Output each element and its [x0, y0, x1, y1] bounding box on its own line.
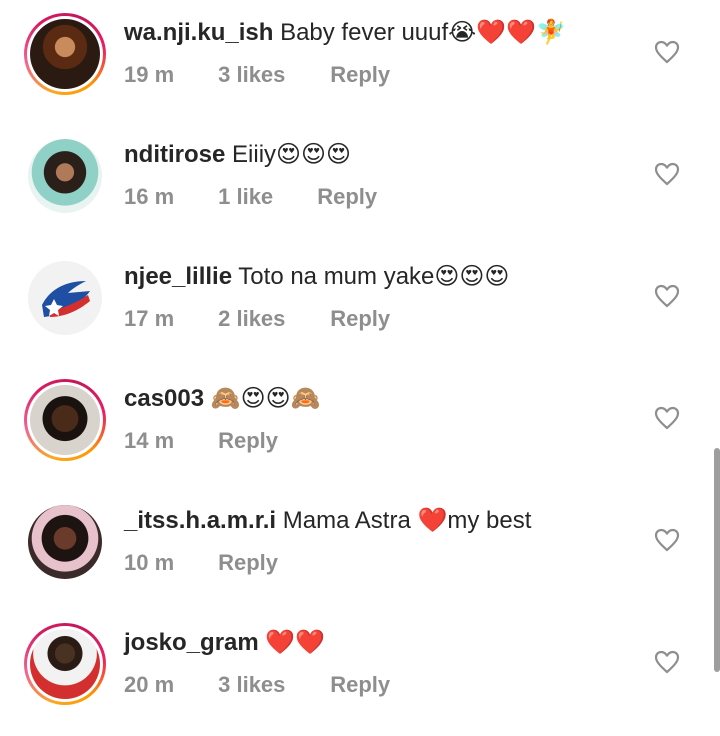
like-heart-icon[interactable]: [653, 404, 681, 432]
reply-button[interactable]: Reply: [317, 182, 377, 212]
comment-text: ❤️❤️: [265, 629, 326, 656]
reply-button[interactable]: Reply: [330, 304, 390, 334]
avatar-button[interactable]: [24, 379, 106, 461]
comment-time: 17 m: [124, 306, 175, 331]
comment-item: nditirose Eiiiy😍😍😍 16 m 1 like Reply: [0, 122, 720, 244]
comment-text: Eiiiy😍😍😍: [232, 141, 352, 168]
like-heart-icon[interactable]: [653, 160, 681, 188]
avatar-button[interactable]: [24, 135, 106, 217]
comment-list: wa.nji.ku_ish Baby fever uuuf😭❤️❤️🧚 19 m…: [0, 0, 720, 732]
scrollbar[interactable]: [714, 448, 720, 672]
comment-meta: 14 m Reply: [124, 426, 278, 456]
comment-time: 10 m: [124, 550, 175, 575]
reply-button[interactable]: Reply: [218, 426, 278, 456]
like-heart-icon[interactable]: [653, 648, 681, 676]
story-ring: [24, 13, 106, 95]
story-ring: [24, 379, 106, 461]
username-link[interactable]: njee_lillie: [124, 263, 232, 290]
comment-text: Toto na mum yake😍😍😍: [238, 263, 510, 290]
user-avatar-icon: [30, 385, 100, 455]
comment-meta: 10 m Reply: [124, 548, 278, 578]
username-link[interactable]: josko_gram: [124, 629, 259, 656]
comment-item: cas003 🙈😍😍🙈 14 m Reply: [0, 366, 720, 488]
comment-body: wa.nji.ku_ish Baby fever uuuf😭❤️❤️🧚: [124, 16, 566, 50]
flag-logo-avatar-icon: [28, 261, 102, 335]
comment-text: Baby fever uuuf😭❤️❤️🧚: [280, 19, 566, 46]
comment-text: Mama Astra ❤️my best: [282, 507, 532, 534]
user-avatar-icon: [28, 139, 102, 213]
comment-time: 20 m: [124, 672, 175, 697]
reply-button[interactable]: Reply: [330, 670, 390, 700]
comment-body: _itss.h.a.m.r.i Mama Astra ❤️my best: [124, 504, 531, 538]
username-link[interactable]: _itss.h.a.m.r.i: [124, 507, 276, 534]
reply-button[interactable]: Reply: [330, 60, 390, 90]
comment-meta: 17 m 2 likes Reply: [124, 304, 390, 334]
likes-count-link[interactable]: 3 likes: [218, 670, 324, 700]
user-avatar-icon: [30, 629, 100, 699]
comment-body: josko_gram ❤️❤️: [124, 626, 325, 660]
avatar-button[interactable]: [24, 13, 106, 95]
comment-time: 19 m: [124, 62, 175, 87]
comment-body: nditirose Eiiiy😍😍😍: [124, 138, 351, 172]
user-avatar-icon: [28, 505, 102, 579]
comment-item: josko_gram ❤️❤️ 20 m 3 likes Reply: [0, 610, 720, 732]
comment-time: 14 m: [124, 428, 175, 453]
comment-item: _itss.h.a.m.r.i Mama Astra ❤️my best 10 …: [0, 488, 720, 610]
like-heart-icon[interactable]: [653, 526, 681, 554]
comment-item: wa.nji.ku_ish Baby fever uuuf😭❤️❤️🧚 19 m…: [0, 0, 720, 122]
user-avatar-icon: [30, 19, 100, 89]
like-heart-icon[interactable]: [653, 38, 681, 66]
comment-meta: 19 m 3 likes Reply: [124, 60, 390, 90]
comment-item: njee_lillie Toto na mum yake😍😍😍 17 m 2 l…: [0, 244, 720, 366]
likes-count-link[interactable]: 1 like: [218, 182, 311, 212]
likes-count-link[interactable]: 3 likes: [218, 60, 324, 90]
comment-meta: 16 m 1 like Reply: [124, 182, 377, 212]
avatar-button[interactable]: [24, 623, 106, 705]
reply-button[interactable]: Reply: [218, 548, 278, 578]
comment-meta: 20 m 3 likes Reply: [124, 670, 390, 700]
username-link[interactable]: wa.nji.ku_ish: [124, 19, 273, 46]
username-link[interactable]: nditirose: [124, 141, 225, 168]
comment-body: cas003 🙈😍😍🙈: [124, 382, 321, 416]
like-heart-icon[interactable]: [653, 282, 681, 310]
avatar-button[interactable]: [24, 501, 106, 583]
comment-time: 16 m: [124, 184, 175, 209]
story-ring: [24, 623, 106, 705]
comment-text: 🙈😍😍🙈: [210, 385, 321, 412]
comment-body: njee_lillie Toto na mum yake😍😍😍: [124, 260, 509, 294]
avatar-button[interactable]: [24, 257, 106, 339]
likes-count-link[interactable]: 2 likes: [218, 304, 324, 334]
username-link[interactable]: cas003: [124, 385, 204, 412]
